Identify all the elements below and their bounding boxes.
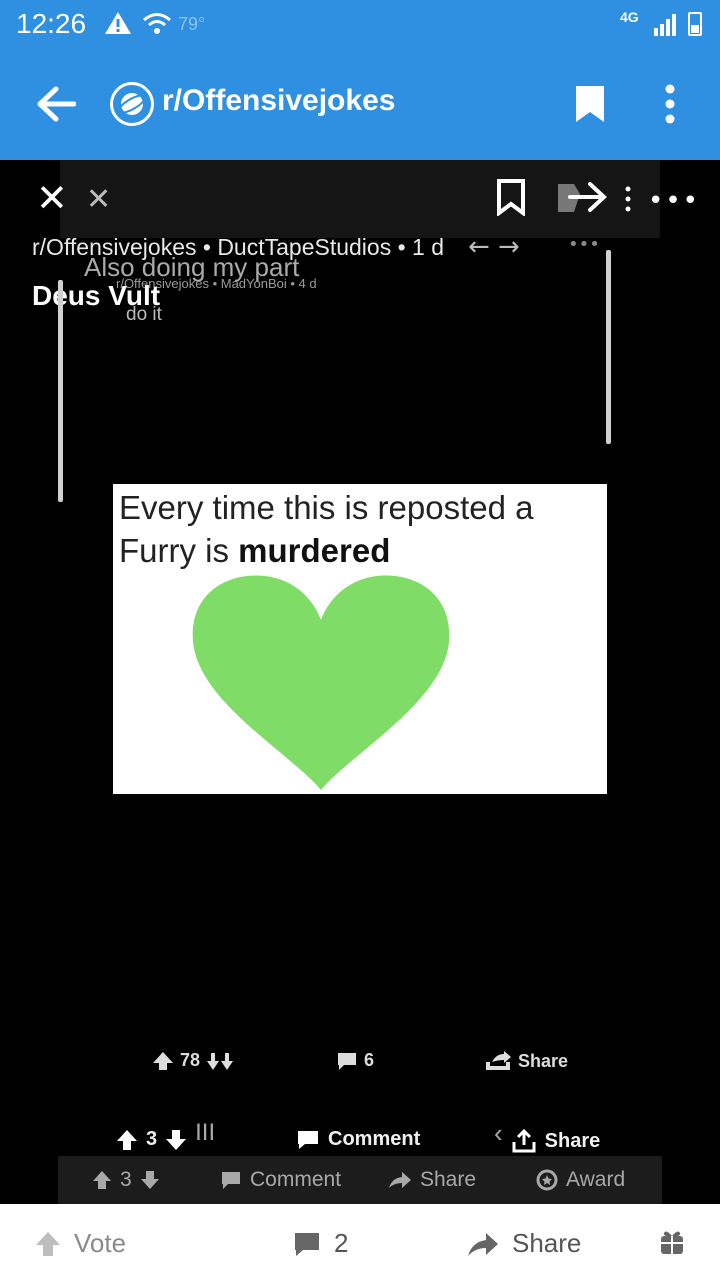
meme-caption: Every time this is reposted a Furry is m…: [119, 486, 605, 572]
upvote-icon[interactable]: [116, 1129, 138, 1151]
comment-icon: [295, 1232, 319, 1256]
signal-icon: [652, 14, 678, 40]
share-arrow-icon[interactable]: [556, 178, 608, 220]
post-content: ✕ ✕ ••• r/Offensivejokes • DuctTapeStudi…: [0, 160, 720, 1204]
more-options-icon[interactable]: [664, 84, 676, 128]
middle-comment-label: Comment: [328, 1128, 421, 1150]
battery-icon: [688, 12, 702, 36]
middle-share-label: Share: [544, 1129, 601, 1152]
upvote-icon[interactable]: [92, 1170, 112, 1190]
ellipsis-icon: •••: [568, 234, 600, 255]
bookmark-icon[interactable]: [574, 84, 606, 128]
middle-share-group[interactable]: ‹ Share: [494, 1118, 601, 1154]
share-button[interactable]: Share: [466, 1228, 581, 1259]
recent-apps-icon: III: [195, 1118, 216, 1146]
comment-count: 2: [334, 1228, 349, 1258]
back-arrow-icon[interactable]: [36, 86, 77, 126]
more-horizontal-icon[interactable]: •••: [648, 186, 700, 216]
middle-vote-group[interactable]: 3 III: [116, 1119, 215, 1151]
frame-edge-left: [58, 280, 63, 502]
overlay-action-bar: 3 Comment Share Award: [58, 1156, 662, 1204]
back-chevron-icon: ‹: [494, 1117, 503, 1148]
upvote-icon: [36, 1231, 60, 1256]
ghost-share-group[interactable]: Share: [388, 1168, 476, 1192]
wifi-icon: [142, 12, 172, 40]
status-bar: 12:26 79° 4G: [0, 0, 720, 50]
inner-share-label: Share: [518, 1050, 569, 1071]
upload-share-icon: [512, 1128, 536, 1153]
inner-upvote-count: 78: [180, 1050, 201, 1070]
upvote-icon[interactable]: [152, 1051, 174, 1071]
downvote-icon[interactable]: [206, 1051, 236, 1071]
ghost-comment-group[interactable]: Comment: [220, 1168, 341, 1192]
ghost-vote-count: 3: [120, 1168, 132, 1191]
inner-vote-group[interactable]: 78: [152, 1050, 236, 1071]
ghost-comment-label: Comment: [250, 1168, 342, 1191]
award-icon: [536, 1169, 558, 1191]
gift-icon: [661, 1231, 683, 1254]
middle-vote-count: 3: [146, 1128, 158, 1150]
ghost-share-label: Share: [420, 1168, 477, 1191]
comment-icon: [298, 1130, 318, 1149]
app-bar: r/Offensivejokes: [0, 50, 720, 160]
share-label: Share: [512, 1228, 582, 1258]
share-arrow-icon: [389, 1172, 411, 1188]
subreddit-title[interactable]: r/Offensivejokes: [162, 84, 395, 118]
bottom-action-bar: Vote 2 Share: [0, 1204, 720, 1280]
bookmark-outline-icon[interactable]: [496, 178, 526, 220]
share-icon: [486, 1051, 511, 1070]
ghost-award-label: Award: [566, 1168, 626, 1191]
comments-button[interactable]: 2: [292, 1228, 348, 1259]
status-time: 12:26: [16, 8, 87, 39]
status-temperature: 79°: [178, 14, 206, 34]
comment-icon: [222, 1172, 240, 1189]
meme-caption-bold: murdered: [238, 532, 391, 569]
more-vertical-icon[interactable]: [624, 186, 632, 216]
vote-button[interactable]: Vote: [34, 1228, 126, 1259]
meme-image[interactable]: Every time this is reposted a Furry is m…: [113, 484, 607, 794]
ghost-post-body: do it: [126, 304, 162, 325]
close-icon[interactable]: ✕: [36, 176, 68, 220]
inner-comment-count: 6: [364, 1050, 375, 1070]
ghost-vote-group[interactable]: 3: [92, 1168, 160, 1192]
comment-icon: [338, 1052, 356, 1070]
warning-icon: [104, 10, 132, 40]
inner-comment-group[interactable]: 6: [336, 1050, 374, 1071]
gift-button[interactable]: [658, 1228, 686, 1256]
middle-comment-group[interactable]: Comment: [296, 1128, 420, 1151]
downvote-icon[interactable]: [165, 1129, 187, 1151]
vote-label: Vote: [74, 1228, 127, 1258]
network-indicator: 4G: [620, 9, 639, 25]
ghost-award-group[interactable]: Award: [536, 1168, 625, 1192]
green-heart-icon: [192, 575, 450, 790]
downvote-icon[interactable]: [140, 1170, 160, 1190]
frame-edge-right: [606, 250, 611, 444]
navigation-arrows-icon: ← →: [468, 232, 520, 262]
share-arrow-icon: [468, 1232, 498, 1256]
subreddit-icon[interactable]: [110, 82, 154, 126]
inner-share-group[interactable]: Share: [484, 1050, 568, 1072]
close-icon-secondary: ✕: [86, 182, 112, 217]
inner-action-row: 78 6 Share: [0, 1044, 720, 1080]
